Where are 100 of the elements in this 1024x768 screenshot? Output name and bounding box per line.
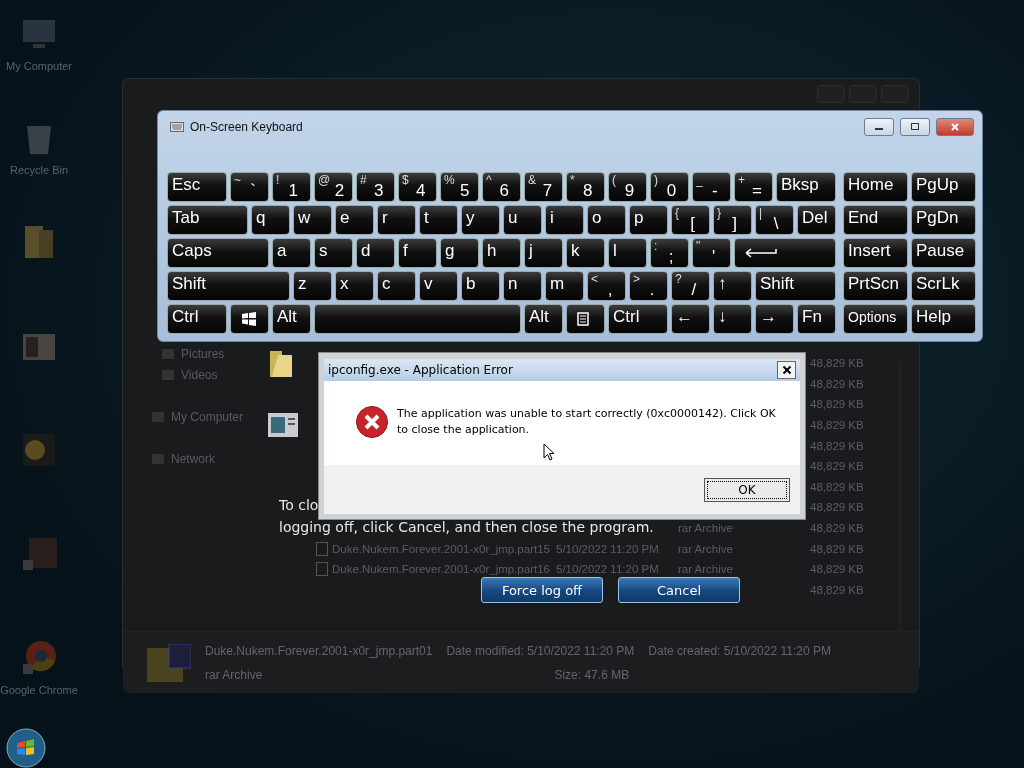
keyboard-key[interactable]: > . bbox=[629, 271, 668, 301]
keyboard-key[interactable]: < , bbox=[587, 271, 626, 301]
keyboard-key[interactable]: v bbox=[419, 271, 458, 301]
start-button[interactable] bbox=[6, 728, 46, 768]
keyboard-key[interactable]: Pause bbox=[911, 238, 976, 268]
keyboard-key[interactable]: | \ bbox=[755, 205, 794, 235]
keyboard-key[interactable]: Home bbox=[843, 172, 908, 202]
date-created: Date created: 5/10/2022 11:20 PM bbox=[648, 644, 831, 658]
keyboard-key[interactable]: n bbox=[503, 271, 542, 301]
keyboard-key[interactable]: s bbox=[314, 238, 353, 268]
keyboard-key[interactable]: i bbox=[545, 205, 584, 235]
close-button[interactable] bbox=[777, 361, 796, 379]
keyboard-key[interactable]: Esc bbox=[167, 172, 227, 202]
maximize-button[interactable] bbox=[900, 118, 930, 136]
keyboard-key[interactable]: ^ 6 bbox=[482, 172, 521, 202]
keyboard-key[interactable]: _ - bbox=[692, 172, 731, 202]
keyboard-key[interactable]: ScrLk bbox=[911, 271, 976, 301]
file-size: 48,829 KB bbox=[810, 439, 865, 452]
keyboard-key[interactable]: x bbox=[335, 271, 374, 301]
force-log-off-button[interactable]: Force log off bbox=[481, 577, 603, 603]
keyboard-key[interactable]: l bbox=[608, 238, 647, 268]
enter-arrow-icon bbox=[745, 248, 779, 258]
keyboard-key[interactable]: ) 0 bbox=[650, 172, 689, 202]
keyboard-key[interactable]: b bbox=[461, 271, 500, 301]
keyboard-key[interactable]: { [ bbox=[671, 205, 710, 235]
keyboard-key[interactable]: * 8 bbox=[566, 172, 605, 202]
keyboard-key[interactable]: u bbox=[503, 205, 542, 235]
file-size: 48,829 KB bbox=[810, 563, 865, 576]
keyboard-key[interactable]: End bbox=[843, 205, 908, 235]
keyboard-key[interactable]: @ 2 bbox=[314, 172, 353, 202]
archive-icon bbox=[316, 541, 328, 556]
keyboard-key[interactable]: ~ ` bbox=[230, 172, 269, 202]
keyboard-key[interactable]: Shift bbox=[167, 271, 290, 301]
cancel-button[interactable]: Cancel bbox=[618, 577, 740, 603]
keyboard-key[interactable]: } ] bbox=[713, 205, 752, 235]
keyboard-key[interactable]: PrtScn bbox=[843, 271, 908, 301]
error-message: The application was unable to start correctly (0xc0000142). Click OK to close the application. bbox=[397, 406, 777, 438]
keyboard-key[interactable]: z bbox=[293, 271, 332, 301]
error-icon bbox=[355, 405, 389, 439]
keyboard-key[interactable]: Alt bbox=[272, 304, 311, 334]
keyboard-key[interactable]: Alt bbox=[524, 304, 563, 334]
keyboard-key[interactable]: # 3 bbox=[356, 172, 395, 202]
keyboard-key[interactable]: Del bbox=[797, 205, 836, 235]
keyboard-key[interactable]: c bbox=[377, 271, 416, 301]
keyboard-key[interactable]: PgDn bbox=[911, 205, 976, 235]
keyboard-key[interactable]: Insert bbox=[843, 238, 908, 268]
keyboard-key[interactable]: ↓ bbox=[713, 304, 752, 334]
archive-icon bbox=[316, 562, 328, 577]
file-size: 48,829 KB bbox=[810, 542, 865, 555]
menu-key[interactable] bbox=[566, 304, 605, 334]
keyboard-key[interactable]: " ' bbox=[692, 238, 731, 268]
keyboard-key[interactable]: → bbox=[755, 304, 794, 334]
keyboard-key[interactable]: Bksp bbox=[776, 172, 836, 202]
ok-button[interactable]: OK bbox=[704, 477, 790, 502]
keyboard-key[interactable]: h bbox=[482, 238, 521, 268]
keyboard-key[interactable]: ( 9 bbox=[608, 172, 647, 202]
enter-key[interactable] bbox=[734, 238, 836, 268]
keyboard-key[interactable]: t bbox=[419, 205, 458, 235]
keyboard-key[interactable]: ↑ bbox=[713, 271, 752, 301]
keyboard-key[interactable]: w bbox=[293, 205, 332, 235]
keyboard-key[interactable]: a bbox=[272, 238, 311, 268]
keyboard-key[interactable]: Caps bbox=[167, 238, 269, 268]
windows-key[interactable] bbox=[230, 304, 269, 334]
keyboard-key[interactable]: ? / bbox=[671, 271, 710, 301]
keyboard-key[interactable]: ! 1 bbox=[272, 172, 311, 202]
keyboard-key[interactable]: o bbox=[587, 205, 626, 235]
keyboard-key[interactable]: m bbox=[545, 271, 584, 301]
keyboard-key[interactable]: Options bbox=[843, 304, 908, 334]
file-type: rar Archive bbox=[205, 668, 264, 682]
keyboard-key[interactable]: Help bbox=[911, 304, 976, 334]
dialog-title: ipconfig.exe - Application Error bbox=[328, 363, 513, 377]
minimize-button[interactable] bbox=[864, 118, 894, 136]
keyboard-key[interactable]: y bbox=[461, 205, 500, 235]
keyboard-key[interactable]: q bbox=[251, 205, 290, 235]
file-type: rar Archive bbox=[678, 563, 733, 576]
keyboard-key[interactable]: k bbox=[566, 238, 605, 268]
keyboard-key[interactable]: PgUp bbox=[911, 172, 976, 202]
keyboard-key[interactable]: & 7 bbox=[524, 172, 563, 202]
keyboard-key[interactable]: Ctrl bbox=[608, 304, 668, 334]
keyboard-key[interactable]: Tab bbox=[167, 205, 248, 235]
file-size: 48,829 KB bbox=[810, 501, 865, 514]
keyboard-key[interactable]: % 5 bbox=[440, 172, 479, 202]
keyboard-key[interactable]: : ; bbox=[650, 238, 689, 268]
keyboard-key[interactable]: e bbox=[335, 205, 374, 235]
document-icon bbox=[268, 413, 298, 437]
keyboard-key[interactable]: ← bbox=[671, 304, 710, 334]
keyboard-key[interactable]: p bbox=[629, 205, 668, 235]
file-size: 48,829 KB bbox=[810, 583, 865, 596]
keyboard-key[interactable]: d bbox=[356, 238, 395, 268]
keyboard-key[interactable]: Shift bbox=[755, 271, 836, 301]
keyboard-key[interactable]: r bbox=[377, 205, 416, 235]
keyboard-key[interactable]: f bbox=[398, 238, 437, 268]
logoff-message: logging off, click Cancel, and then close the program. bbox=[279, 518, 654, 537]
keyboard-key[interactable]: j bbox=[524, 238, 563, 268]
keyboard-key[interactable]: g bbox=[440, 238, 479, 268]
keyboard-key[interactable]: $ 4 bbox=[398, 172, 437, 202]
keyboard-key[interactable]: Ctrl bbox=[167, 304, 227, 334]
space-bar[interactable] bbox=[314, 304, 521, 334]
keyboard-key[interactable]: + = bbox=[734, 172, 773, 202]
keyboard-key[interactable]: Fn bbox=[797, 304, 836, 334]
